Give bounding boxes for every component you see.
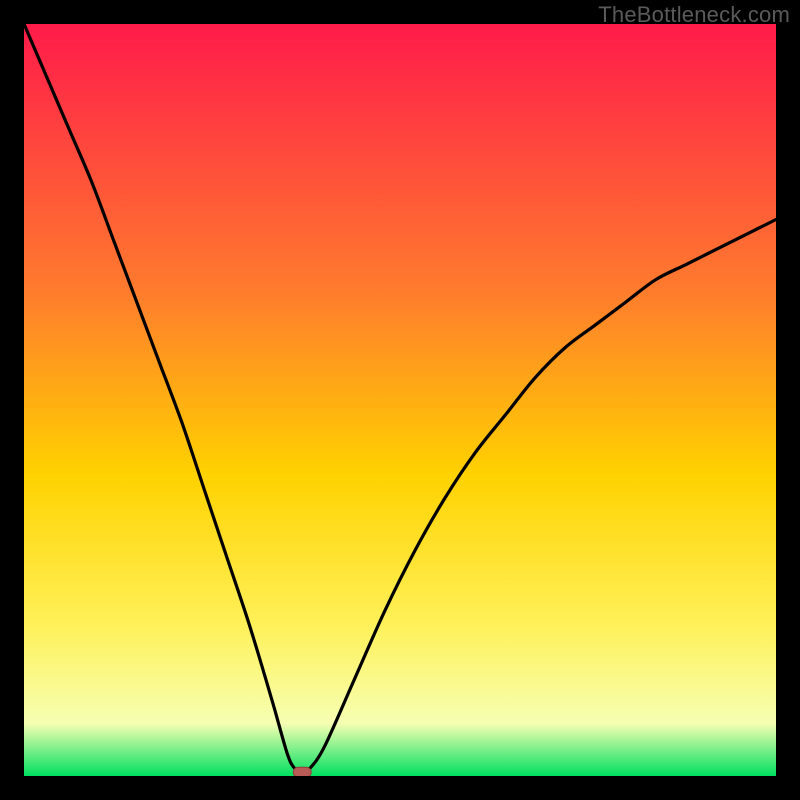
chart-frame bbox=[24, 24, 776, 776]
watermark-text: TheBottleneck.com bbox=[598, 2, 790, 28]
optimal-marker bbox=[293, 767, 311, 776]
heat-gradient-background bbox=[24, 24, 776, 776]
bottleneck-chart bbox=[24, 24, 776, 776]
